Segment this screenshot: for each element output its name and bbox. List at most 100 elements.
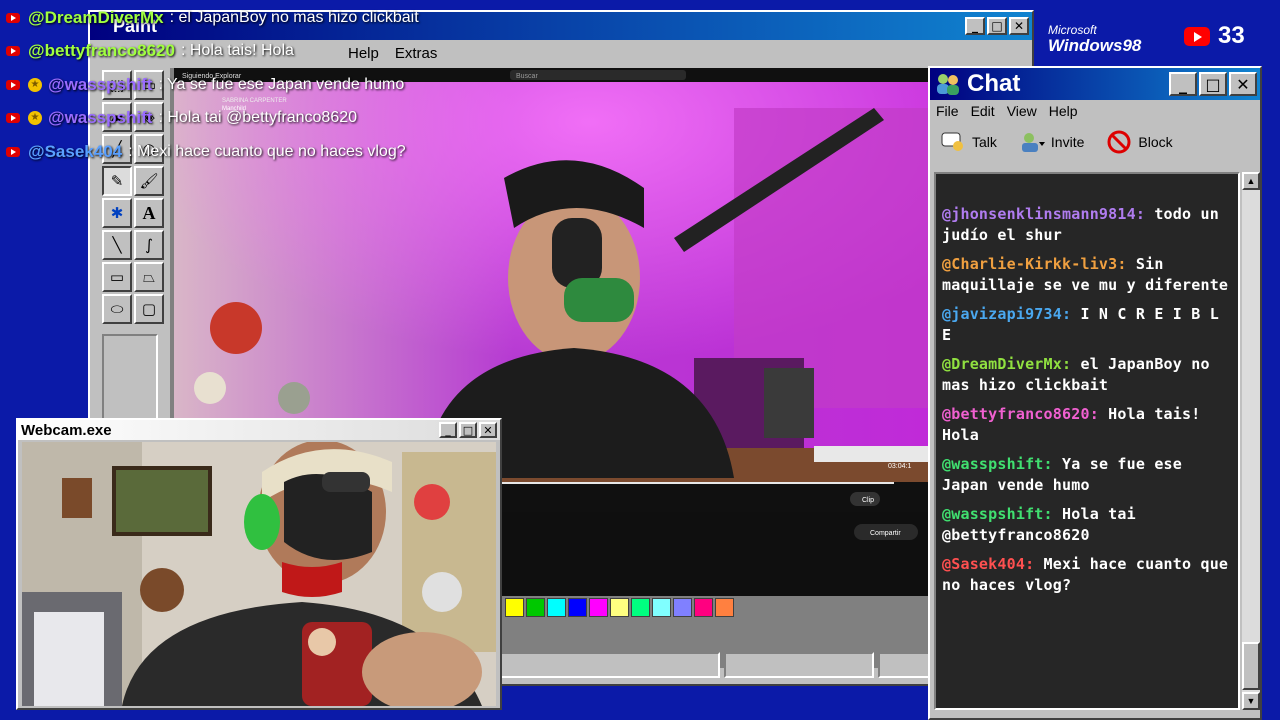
- chat-window: Chat _ □ ✕ File Edit View Help Talk Invi…: [928, 66, 1262, 720]
- chat-message: @wasspshift: Ya se fue ese Japan vende h…: [942, 454, 1232, 496]
- chat-menu-edit[interactable]: Edit: [971, 103, 995, 119]
- overlay-chat-line: ★ @wasspshift : Ya se fue ese Japan vend…: [6, 75, 404, 95]
- webcam-close-button[interactable]: ✕: [479, 422, 497, 438]
- chat-message: @Sasek404: Mexi hace cuanto que no haces…: [942, 554, 1232, 596]
- webcam-titlebar[interactable]: Webcam.exe _ □ ✕: [18, 420, 500, 440]
- ellipse-icon[interactable]: ⬭: [102, 294, 132, 324]
- youtube-icon: [6, 113, 20, 123]
- webcam-feed: [22, 442, 496, 706]
- overlay-text: : Hola tais! Hola: [180, 42, 294, 59]
- viewer-count: 33: [1184, 22, 1245, 50]
- youtube-icon: [1184, 26, 1210, 46]
- text-tool-icon[interactable]: A: [134, 198, 164, 228]
- chat-menu-file[interactable]: File: [936, 103, 959, 119]
- chat-toolbar: Talk Invite Block: [930, 122, 1260, 162]
- chat-maximize-button[interactable]: □: [1199, 72, 1227, 96]
- webcam-title: Webcam.exe: [21, 421, 112, 439]
- chat-minimize-button[interactable]: _: [1169, 72, 1197, 96]
- rectangle-icon[interactable]: ▭: [102, 262, 132, 292]
- menu-extras[interactable]: Extras: [395, 45, 438, 62]
- invite-icon: [1019, 130, 1045, 154]
- menu-help[interactable]: Help: [348, 45, 379, 62]
- chat-message: @Charlie-Kirkk-liv3: Sin maquillaje se v…: [942, 254, 1232, 296]
- palette-swatch[interactable]: [631, 598, 650, 617]
- viewer-count-value: 33: [1218, 22, 1245, 49]
- invite-button[interactable]: Invite: [1019, 130, 1084, 154]
- palette-swatch[interactable]: [694, 598, 713, 617]
- clip-button-label[interactable]: Clip: [862, 497, 874, 504]
- block-icon: [1106, 130, 1132, 154]
- chat-menu-help[interactable]: Help: [1049, 103, 1078, 119]
- chat-message: @wasspshift: Hola tai @bettyfranco8620: [942, 504, 1232, 546]
- youtube-icon: [6, 13, 20, 23]
- overlay-chat-line: @Sasek404 : Mexi hace cuanto que no hace…: [6, 142, 406, 162]
- chat-close-button[interactable]: ✕: [1229, 72, 1257, 96]
- chat-username[interactable]: @bettyfranco8620:: [942, 405, 1099, 423]
- close-button[interactable]: ✕: [1009, 17, 1029, 35]
- rounded-rect-icon[interactable]: ▢: [134, 294, 164, 324]
- polygon-icon[interactable]: ⏢: [134, 262, 164, 292]
- webcam-maximize-button[interactable]: □: [459, 422, 477, 438]
- chat-username[interactable]: @Sasek404:: [942, 555, 1034, 573]
- chat-username[interactable]: @jhonsenklinsmann9814:: [942, 205, 1145, 223]
- share-button-label[interactable]: Compartir: [870, 530, 901, 537]
- webcam-image: [22, 442, 496, 706]
- overlay-username: @bettyfranco8620: [28, 41, 175, 60]
- overlay-username: @wasspshift: [48, 108, 153, 127]
- palette-swatch[interactable]: [547, 598, 566, 617]
- video-timestamp: 03:04:1: [888, 463, 911, 470]
- palette-swatch[interactable]: [589, 598, 608, 617]
- overlay-chat-line: @DreamDiverMx : el JapanBoy no mas hizo …: [6, 8, 419, 28]
- chat-username[interactable]: @Charlie-Kirkk-liv3:: [942, 255, 1127, 273]
- palette-swatch[interactable]: [652, 598, 671, 617]
- chat-titlebar[interactable]: Chat _ □ ✕: [930, 68, 1260, 100]
- palette-swatch[interactable]: [715, 598, 734, 617]
- palette-swatch[interactable]: [505, 598, 524, 617]
- youtube-icon: [6, 147, 20, 157]
- overlay-text: : Ya se fue ese Japan vende humo: [158, 76, 405, 93]
- video-search-text: Buscar: [516, 73, 538, 80]
- chat-menu-view[interactable]: View: [1007, 103, 1037, 119]
- chat-username[interactable]: @wasspshift:: [942, 505, 1053, 523]
- pencil-icon[interactable]: ✎: [102, 166, 132, 196]
- brush-icon[interactable]: 🖌: [134, 166, 164, 196]
- youtube-icon: [6, 46, 20, 56]
- overlay-chat-line: ★ @wasspshift : Hola tai @bettyfranco862…: [6, 108, 357, 128]
- chat-message: @jhonsenklinsmann9814: todo un judío el …: [942, 204, 1232, 246]
- member-badge-icon: ★: [28, 111, 42, 125]
- curve-icon[interactable]: ∫: [134, 230, 164, 260]
- maximize-button[interactable]: □: [987, 17, 1007, 35]
- webcam-minimize-button[interactable]: _: [439, 422, 457, 438]
- overlay-text: : Mexi hace cuanto que no haces vlog?: [128, 143, 406, 160]
- minimize-button[interactable]: _: [965, 17, 985, 35]
- tool-options: [102, 334, 158, 424]
- invite-label: Invite: [1050, 134, 1085, 150]
- chat-scrollbar[interactable]: ▲ ▼: [1242, 172, 1260, 710]
- chat-username[interactable]: @DreamDiverMx:: [942, 355, 1071, 373]
- overlay-username: @Sasek404: [28, 142, 123, 161]
- ms-logo-line2: Windows98: [1048, 36, 1142, 55]
- overlay-username: @DreamDiverMx: [28, 8, 164, 27]
- scroll-up-icon[interactable]: ▲: [1242, 172, 1260, 190]
- block-button[interactable]: Block: [1106, 130, 1173, 154]
- chat-menubar: File Edit View Help: [930, 100, 1260, 122]
- chat-message: @javizapi9734: I N C R E I B L E: [942, 304, 1232, 346]
- now-playing: SABRINA CARPENTER: [222, 98, 287, 104]
- talk-label: Talk: [972, 134, 997, 150]
- chat-message: @DreamDiverMx: el JapanBoy no mas hizo c…: [942, 354, 1232, 396]
- chat-username[interactable]: @javizapi9734:: [942, 305, 1071, 323]
- chat-username[interactable]: @wasspshift:: [942, 455, 1053, 473]
- palette-swatch[interactable]: [526, 598, 545, 617]
- palette-swatch[interactable]: [610, 598, 629, 617]
- scroll-down-icon[interactable]: ▼: [1242, 692, 1260, 710]
- overlay-text: : el JapanBoy no mas hizo clickbait: [169, 9, 419, 26]
- line-icon[interactable]: ╲: [102, 230, 132, 260]
- palette-swatch[interactable]: [673, 598, 692, 617]
- palette-swatch[interactable]: [568, 598, 587, 617]
- member-badge-icon: ★: [28, 78, 42, 92]
- scroll-thumb[interactable]: [1242, 642, 1260, 690]
- airbrush-icon[interactable]: ✱: [102, 198, 132, 228]
- color-palette: [505, 598, 734, 617]
- talk-button[interactable]: Talk: [940, 130, 997, 154]
- talk-icon: [940, 130, 966, 154]
